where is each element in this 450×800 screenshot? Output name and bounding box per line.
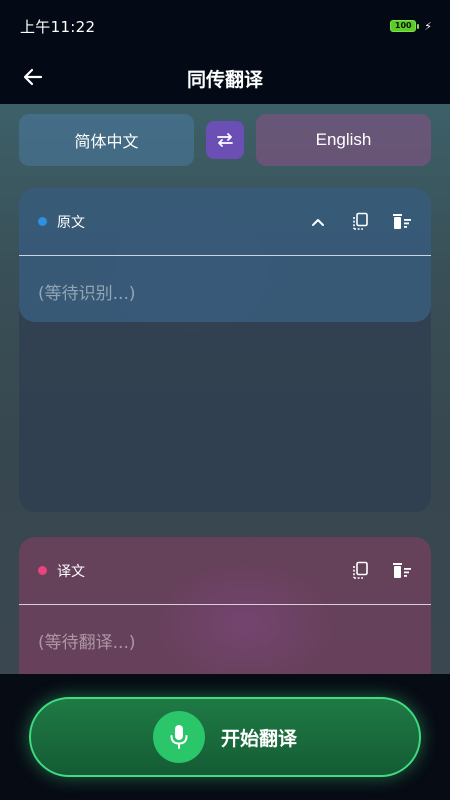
copy-icon	[353, 561, 368, 579]
source-copy-button[interactable]	[349, 211, 371, 233]
status-time: 上午11:22	[20, 17, 96, 36]
clear-icon	[393, 213, 411, 229]
bottom-bar: 开始翻译	[0, 674, 450, 800]
target-clear-button[interactable]	[391, 560, 413, 582]
source-dot	[38, 217, 47, 226]
battery-indicator: 100 ⚡	[390, 20, 432, 33]
page-title: 同传翻译	[186, 68, 263, 91]
source-language-button[interactable]: 简体中文	[19, 114, 194, 166]
source-placeholder: (等待识别...)	[38, 284, 136, 304]
clear-icon	[393, 562, 411, 578]
source-clear-button[interactable]	[391, 211, 413, 233]
swap-languages-button[interactable]	[206, 121, 244, 159]
start-translation-label: 开始翻译	[220, 727, 297, 750]
target-text-panel: 译文 (等待翻译...)	[19, 537, 431, 674]
target-language-button[interactable]: English	[256, 114, 431, 166]
source-panel-header: 原文	[19, 188, 431, 255]
target-dot	[38, 566, 47, 575]
back-button[interactable]	[20, 64, 46, 90]
target-language-label: English	[315, 130, 372, 149]
target-copy-button[interactable]	[349, 560, 371, 582]
source-language-label: 简体中文	[74, 132, 139, 151]
source-panel-top: 原文 (等待识别...)	[19, 188, 431, 322]
app-bar: 同传翻译	[0, 52, 450, 104]
charging-icon: ⚡	[424, 19, 432, 33]
collapse-button[interactable]	[307, 211, 329, 233]
target-panel-label: 译文	[57, 563, 85, 580]
target-panel-header: 译文	[19, 537, 431, 604]
copy-icon	[353, 212, 368, 230]
target-placeholder: (等待翻译...)	[38, 633, 136, 653]
chevron-up-icon	[312, 218, 324, 226]
source-text-area: (等待识别...)	[19, 256, 431, 327]
status-bar: 上午11:22 100 ⚡	[0, 0, 450, 52]
source-text-panel: 原文 (等待识别...)	[19, 188, 431, 512]
target-text-area: (等待翻译...)	[19, 605, 431, 674]
start-translation-button[interactable]: 开始翻译	[29, 697, 421, 777]
battery-icon: 100	[390, 20, 417, 32]
mic-circle	[152, 711, 205, 763]
target-panel-actions	[349, 537, 413, 604]
source-panel-label: 原文	[57, 214, 85, 231]
battery-level: 100	[394, 21, 412, 30]
arrow-left-icon	[23, 68, 43, 86]
language-selector-row: 简体中文 English	[19, 114, 431, 166]
battery-tip	[417, 23, 420, 29]
swap-arrows-icon	[217, 133, 233, 147]
microphone-icon	[170, 725, 188, 749]
source-panel-actions	[307, 188, 413, 255]
